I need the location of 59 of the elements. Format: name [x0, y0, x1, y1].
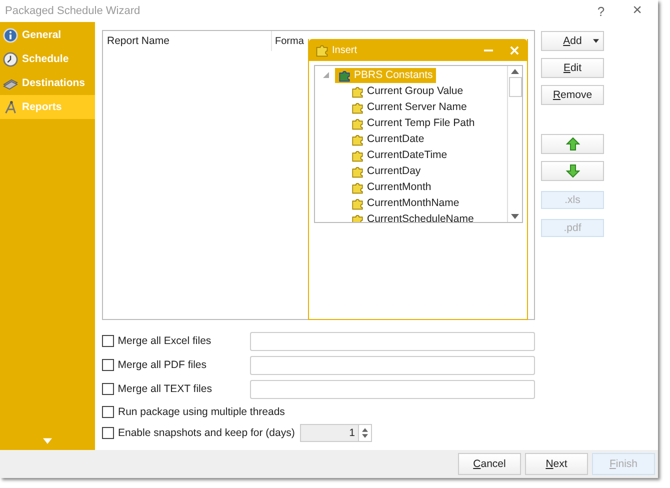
scroll-up-icon[interactable] [511, 69, 519, 74]
down-arrow-icon [566, 164, 580, 178]
add-button[interactable]: Add [541, 31, 604, 51]
help-button[interactable]: ? [597, 4, 605, 18]
puzzle-icon [351, 164, 364, 178]
move-down-button[interactable] [541, 161, 604, 181]
action-button[interactable]: Edit [541, 58, 604, 78]
window-title: Packaged Schedule Wizard [5, 5, 142, 17]
column-header[interactable]: Report Name [103, 31, 272, 51]
puzzle-icon [351, 212, 364, 222]
puzzle-icon [351, 132, 364, 146]
tree-node[interactable]: Current Group Value [315, 83, 507, 99]
puzzle-icon [315, 43, 329, 57]
compass-icon [3, 100, 18, 114]
move-up-button[interactable] [541, 134, 604, 154]
info-icon [3, 28, 18, 42]
checkbox-label: Merge all PDF files [118, 359, 208, 371]
puzzle-icon [338, 68, 351, 82]
checkbox-label: Merge all Excel files [118, 335, 212, 347]
file-name-field[interactable] [250, 356, 535, 374]
puzzle-icon [351, 100, 364, 114]
column-header[interactable]: Forma [272, 36, 304, 46]
caret-icon [593, 39, 599, 43]
checkbox[interactable] [102, 383, 114, 395]
footer-button[interactable]: Cancel [458, 453, 521, 475]
puzzle-icon [351, 180, 364, 194]
footer-button[interactable]: Next [525, 453, 588, 475]
close-button[interactable]: × [632, 2, 642, 20]
action-button[interactable]: Remove [541, 85, 604, 105]
tree-node[interactable]: Current Server Name [315, 99, 507, 115]
scroll-down-icon[interactable] [511, 214, 519, 219]
clock-icon [3, 52, 18, 66]
tree-node[interactable]: CurrentMonthName [315, 195, 507, 211]
checkbox-label: Merge all TEXT files [118, 383, 213, 395]
checkbox[interactable] [102, 426, 114, 438]
checkbox-label: Run package using multiple threads [118, 406, 285, 418]
checkbox-label: Enable snapshots and keep for (days) [118, 426, 296, 438]
scroll-thumb[interactable] [508, 77, 522, 97]
checkbox[interactable] [102, 406, 114, 418]
file-name-field[interactable] [250, 332, 535, 350]
tree-node[interactable]: CurrentDay [315, 163, 507, 179]
tree-node[interactable]: CurrentDate [315, 131, 507, 147]
file-name-field[interactable] [250, 380, 535, 398]
up-arrow-icon [566, 137, 580, 151]
puzzle-icon [351, 116, 364, 130]
checkbox[interactable] [102, 335, 114, 347]
report-list[interactable]: Report Name Forma Insert PBRS Constants Current Group Value Current Server Name Current Temp File Path CurrentDate CurrentDateTime CurrentDay CurrentMonth CurrentMonthName CurrentScheduleName [102, 30, 535, 320]
days-spinner[interactable]: 1 [300, 424, 372, 442]
popup-title: Insert [332, 44, 358, 56]
tree-node[interactable]: CurrentMonth [315, 179, 507, 195]
tree-node[interactable]: Current Temp File Path [315, 115, 507, 131]
puzzle-icon [351, 148, 364, 162]
puzzle-icon [351, 196, 364, 210]
checkbox[interactable] [102, 359, 114, 371]
scrollbar[interactable] [507, 66, 522, 222]
expander-icon[interactable] [323, 72, 329, 78]
tree-node[interactable]: CurrentDateTime [315, 147, 507, 163]
puzzle-icon [351, 84, 364, 98]
tree-node[interactable]: CurrentScheduleName [315, 211, 507, 222]
